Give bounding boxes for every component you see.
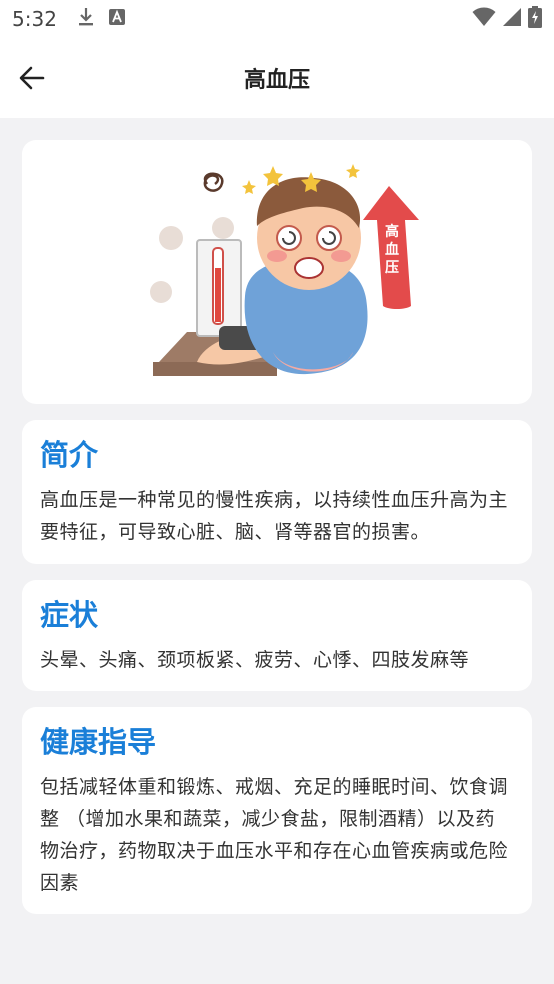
arrow-left-icon xyxy=(19,66,45,94)
page-title: 高血压 xyxy=(243,68,310,93)
download-icon xyxy=(77,7,95,31)
status-bar: 5:32 xyxy=(0,0,554,38)
symptoms-body: 头晕、头痛、颈项板紧、疲劳、心悸、四肢发麻等 xyxy=(40,649,470,671)
back-button[interactable] xyxy=(16,64,48,96)
svg-text:高: 高 xyxy=(385,223,399,240)
symptoms-card: 症状 头晕、头痛、颈项板紧、疲劳、心悸、四肢发麻等 xyxy=(22,580,532,691)
wifi-icon xyxy=(472,7,496,31)
svg-text:血: 血 xyxy=(385,241,399,258)
svg-text:压: 压 xyxy=(385,260,399,276)
guidance-body: 包括减轻体重和锻炼、戒烟、充足的睡眠时间、饮食调整 （增加水果和蔬菜，减少食盐，… xyxy=(40,776,509,894)
status-time: 5:32 xyxy=(12,7,57,31)
hypertension-illustration: 高 血 压 xyxy=(150,164,419,376)
text-a-icon xyxy=(108,9,125,29)
app-bar: 高血压 xyxy=(0,38,554,118)
signal-icon xyxy=(502,7,522,31)
hero-card: 高 血 压 xyxy=(22,140,532,404)
intro-heading: 简介 xyxy=(40,438,99,472)
symptoms-heading: 症状 xyxy=(40,598,99,632)
battery-icon xyxy=(528,6,542,32)
guidance-card: 健康指导 包括减轻体重和锻炼、戒烟、充足的睡眠时间、饮食调整 （增加水果和蔬菜，… xyxy=(22,707,532,914)
intro-body: 高血压是一种常见的慢性疾病，以持续性血压升高为主要特征，可导致心脏、脑、肾等器官… xyxy=(40,489,509,543)
guidance-heading: 健康指导 xyxy=(40,725,157,759)
intro-card: 简介 高血压是一种常见的慢性疾病，以持续性血压升高为主要特征，可导致心脏、脑、肾… xyxy=(22,420,532,564)
